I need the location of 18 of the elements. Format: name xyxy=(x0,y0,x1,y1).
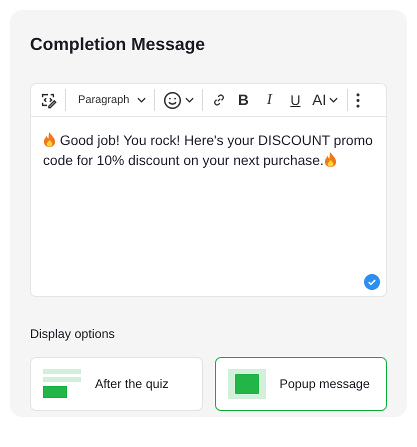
section-title: Completion Message xyxy=(30,33,206,56)
message-text[interactable]: Good job! You rock! Here's your DISCOUNT promo code for 10% discount on your next purchase. xyxy=(43,131,374,171)
format-button[interactable]: I xyxy=(257,89,282,111)
display-option[interactable]: After the quiz xyxy=(30,357,202,411)
layout-icon xyxy=(43,369,81,399)
emoji-dropdown[interactable] xyxy=(161,89,196,111)
display-option[interactable]: Popup message xyxy=(214,357,387,411)
paragraph-dropdown[interactable]: Paragraph xyxy=(72,94,148,106)
popup-icon xyxy=(228,369,266,399)
flame-icon xyxy=(43,131,56,148)
format-button[interactable]: AI xyxy=(309,89,342,111)
caret-icon xyxy=(137,97,146,103)
display-options-label: Display options xyxy=(30,327,116,343)
format-button[interactable]: U xyxy=(283,89,308,111)
flame-icon xyxy=(324,151,337,168)
caret-icon xyxy=(185,97,194,103)
caret-icon xyxy=(329,97,338,103)
format-button[interactable]: B xyxy=(231,89,256,111)
